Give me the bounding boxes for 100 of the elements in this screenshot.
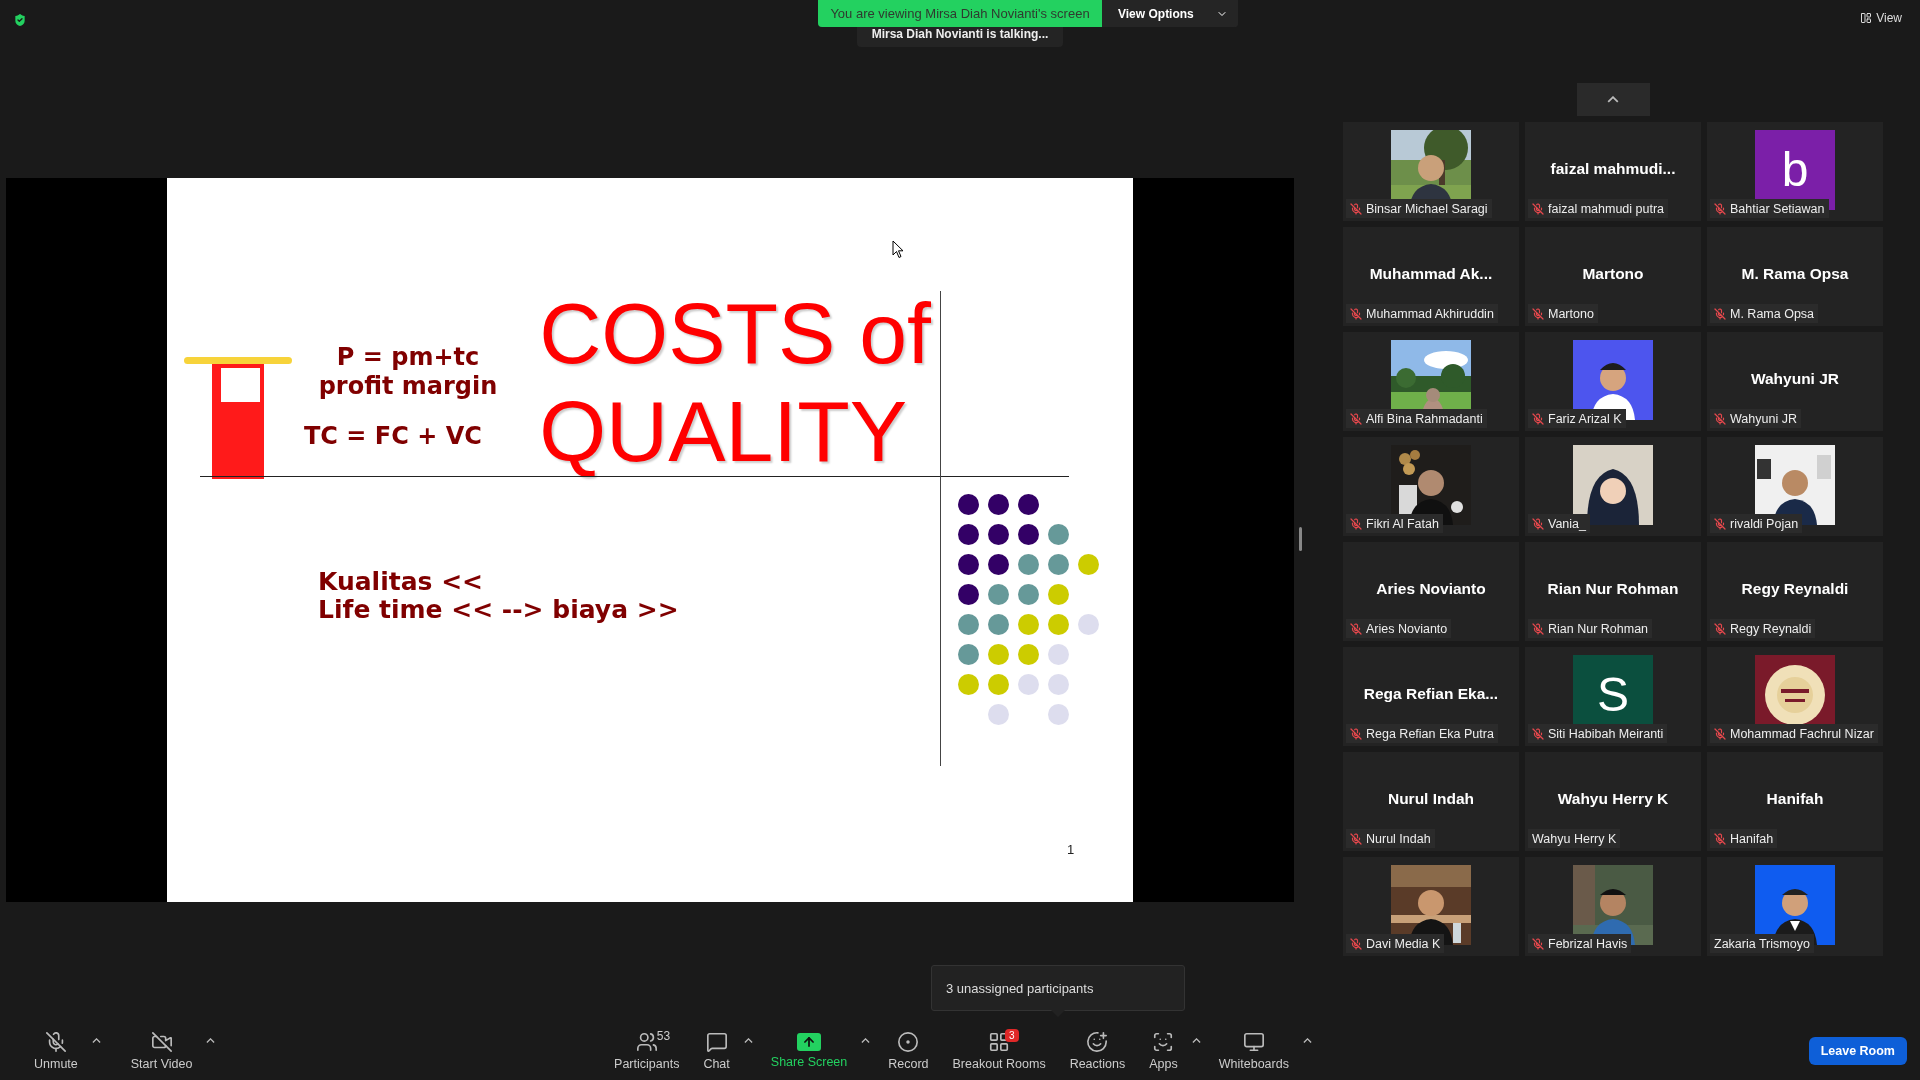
muted-mic-icon — [44, 1031, 67, 1053]
participant-name: M. Rama Opsa — [1741, 265, 1849, 283]
toolbar-button[interactable]: Record — [878, 1027, 939, 1075]
toolbar-button[interactable]: 53 Participants — [604, 1027, 690, 1075]
participant-label: Fikri Al Fatah — [1366, 516, 1439, 531]
toolbar-button[interactable]: Whiteboards — [1208, 1027, 1299, 1075]
participant-tile[interactable]: Rega Refian Eka... Rega Refian Eka Putra — [1343, 647, 1519, 746]
participant-tile[interactable]: Aries Novianto Aries Novianto — [1343, 542, 1519, 641]
participant-name: Rian Nur Rohman — [1547, 580, 1679, 598]
caret-icon — [91, 1038, 101, 1044]
caret-icon — [1302, 1038, 1312, 1044]
participant-label: Rian Nur Rohman — [1548, 621, 1649, 636]
participant-label: Fariz Arizal K — [1548, 411, 1622, 426]
apps-icon — [1152, 1031, 1175, 1053]
participant-label: Wahyu Herry K — [1532, 831, 1617, 846]
view-options-button[interactable]: View Options — [1102, 0, 1238, 27]
toolbar-button[interactable]: Unmute — [24, 1027, 88, 1075]
formula-text: P = pm+tc — [335, 344, 481, 372]
participant-tile[interactable]: Hanifah Hanifah — [1707, 752, 1883, 851]
caret-icon — [861, 1038, 871, 1044]
video-off-icon — [150, 1031, 173, 1053]
participant-label: Wahyuni JR — [1730, 411, 1797, 426]
participant-label: faizal mahmudi putra — [1548, 201, 1665, 216]
participant-label: Alfi Bina Rahmadanti — [1366, 411, 1483, 426]
participant-tile[interactable]: Wahyuni JR Wahyuni JR — [1707, 332, 1883, 431]
leave-room-button[interactable]: Leave Room — [1808, 1037, 1907, 1065]
participant-name: Martono — [1582, 265, 1644, 283]
screen-share-banner: You are viewing Mirsa Diah Novianti's screen — [818, 0, 1102, 27]
toolbar-button[interactable]: Chat — [693, 1027, 740, 1075]
tooltip-pointer — [1051, 1010, 1065, 1017]
participant-label: Rega Refian Eka Putra — [1366, 726, 1494, 741]
participant-tile[interactable]: Fikri Al Fatah — [1343, 437, 1519, 536]
participant-tile[interactable]: M. Rama Opsa M. Rama Opsa — [1707, 227, 1883, 326]
participant-label: Binsar Michael Saragi — [1366, 201, 1488, 216]
participant-tile[interactable]: Vania_ — [1525, 437, 1701, 536]
participant-tile[interactable]: Muhammad Ak... Muhammad Akhiruddin — [1343, 227, 1519, 326]
participant-label: Bahtiar Setiawan — [1730, 201, 1825, 216]
participant-name: Nurul Indah — [1387, 790, 1475, 808]
participant-tile[interactable]: Wahyu Herry K Wahyu Herry K — [1525, 752, 1701, 851]
participant-name: Aries Novianto — [1376, 580, 1486, 598]
resize-handle[interactable] — [1299, 527, 1302, 551]
toolbar-button[interactable]: Start Video — [120, 1027, 203, 1075]
shield-icon — [12, 12, 28, 28]
participant-tile[interactable]: faizal mahmudi... faizal mahmudi putra — [1525, 122, 1701, 221]
formula-text: TC = FC + VC — [304, 423, 482, 451]
toolbar-button[interactable]: Share Screen — [760, 1029, 858, 1073]
participant-label: Hanifah — [1730, 831, 1774, 846]
participant-label: Febrizal Havis — [1548, 936, 1628, 951]
participant-tile[interactable]: Martono Martono — [1525, 227, 1701, 326]
toolbar-button[interactable]: Reactions — [1059, 1027, 1136, 1075]
slide-body-text: Life time << --> biaya >> — [318, 596, 679, 625]
toolbar-button[interactable]: Apps — [1139, 1027, 1188, 1075]
participant-tile[interactable]: Mohammad Fachrul Nizar — [1707, 647, 1883, 746]
participant-label: Aries Novianto — [1366, 621, 1448, 636]
participant-tile[interactable]: Davi Media K — [1343, 857, 1519, 956]
participant-tile[interactable]: Regy Reynaldi Regy Reynaldi — [1707, 542, 1883, 641]
participant-name: Hanifah — [1766, 790, 1824, 808]
participant-label: Zakaria Trismoyo — [1714, 936, 1810, 951]
share-screen-icon — [797, 1033, 821, 1051]
participant-name: Muhammad Ak... — [1369, 265, 1493, 283]
participants-icon — [635, 1031, 658, 1053]
participant-label: Vania_ — [1548, 516, 1586, 531]
participant-tile[interactable]: Febrizal Havis — [1525, 857, 1701, 956]
formula-text: profit margin — [317, 373, 499, 401]
participant-label: Martono — [1548, 306, 1594, 321]
participant-name: faizal mahmudi... — [1550, 160, 1676, 178]
participant-count: 53 — [656, 1029, 671, 1043]
view-button[interactable]: View — [1854, 10, 1908, 26]
participant-name: Regy Reynaldi — [1741, 580, 1849, 598]
participant-tile[interactable]: b Bahtiar Setiawan — [1707, 122, 1883, 221]
participant-tile[interactable]: Fariz Arizal K — [1525, 332, 1701, 431]
participant-tile[interactable]: S Siti Habibah Meiranti — [1525, 647, 1701, 746]
participant-label: Regy Reynaldi — [1730, 621, 1812, 636]
layout-icon — [1860, 12, 1873, 24]
participant-label: rivaldi Pojan — [1730, 516, 1799, 531]
breakout-tooltip: 3 unassigned participants — [931, 965, 1185, 1011]
participant-name: Wahyuni JR — [1750, 370, 1840, 388]
slide-body-text: Kualitas << — [318, 568, 484, 597]
slide-title: COSTS of QUALITY — [539, 284, 931, 480]
notification-badge: 3 — [1005, 1029, 1019, 1042]
participant-tile[interactable]: Alfi Bina Rahmadanti — [1343, 332, 1519, 431]
page-number: 1 — [1067, 842, 1075, 857]
participant-tile[interactable]: Nurul Indah Nurul Indah — [1343, 752, 1519, 851]
participant-label: Siti Habibah Meiranti — [1548, 726, 1664, 741]
participant-tile[interactable]: Binsar Michael Saragi — [1343, 122, 1519, 221]
participant-tile[interactable]: rivaldi Pojan — [1707, 437, 1883, 536]
whiteboard-icon — [1242, 1031, 1265, 1053]
participant-label: M. Rama Opsa — [1730, 306, 1815, 321]
speaker-indicator: Mirsa Diah Novianti is talking... — [857, 27, 1063, 47]
grid-icon — [988, 1031, 1011, 1053]
participant-name: Wahyu Herry K — [1557, 790, 1669, 808]
smiley-icon — [1086, 1031, 1109, 1053]
participant-tile[interactable]: Zakaria Trismoyo — [1707, 857, 1883, 956]
caret-icon — [743, 1038, 753, 1044]
chat-icon — [705, 1031, 728, 1053]
participant-label: Davi Media K — [1366, 936, 1441, 951]
participant-label: Mohammad Fachrul Nizar — [1730, 726, 1874, 741]
participant-label: Muhammad Akhiruddin — [1366, 306, 1494, 321]
toolbar-button[interactable]: 3 Breakout Rooms — [942, 1027, 1056, 1075]
participant-tile[interactable]: Rian Nur Rohman Rian Nur Rohman — [1525, 542, 1701, 641]
